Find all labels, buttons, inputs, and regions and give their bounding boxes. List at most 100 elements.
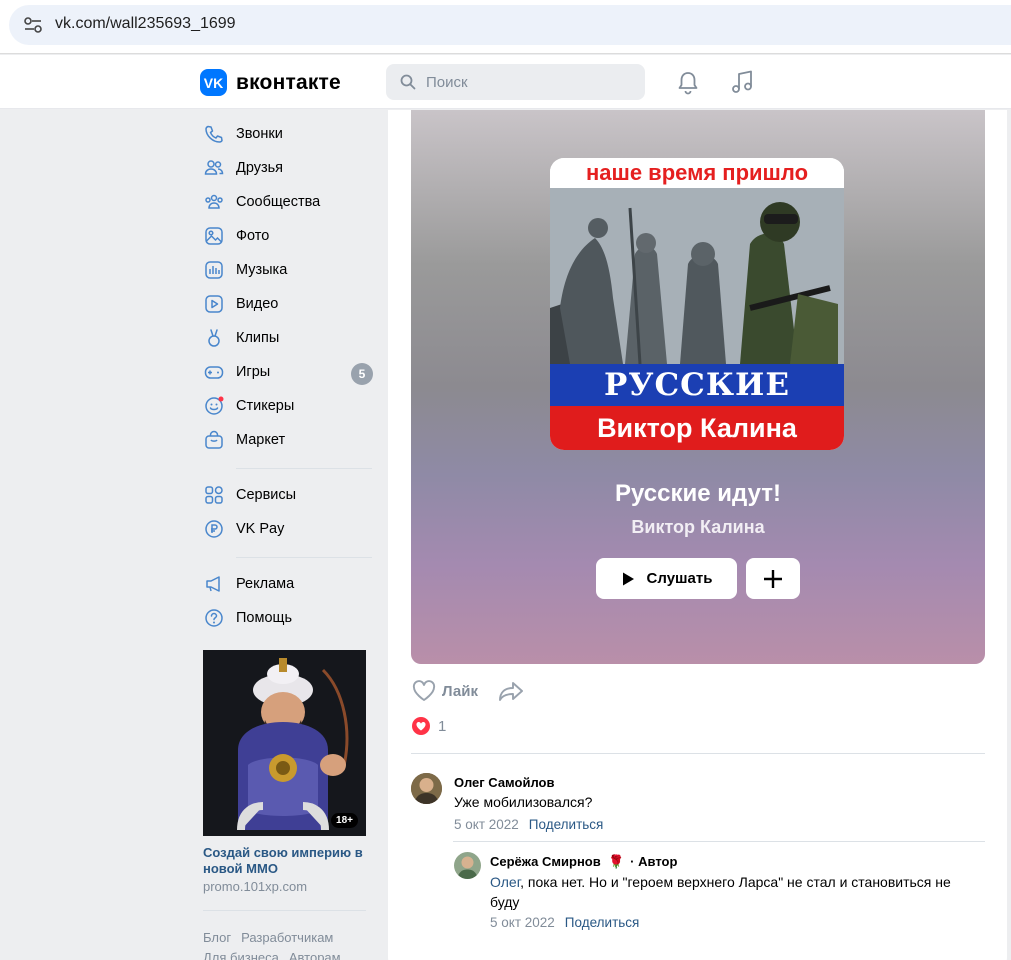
sidebar-item-services[interactable]: Сервисы: [200, 479, 372, 513]
sidebar-item-label: Реклама: [236, 576, 295, 592]
heart-reaction-icon: [412, 717, 430, 735]
footer-link-authors[interactable]: Авторам: [289, 950, 341, 960]
browser-toolbar: vk.com/wall235693_1699: [0, 0, 1011, 54]
cover-artwork: [550, 188, 844, 365]
comment-text: Олег, пока нет. Но и "героем верхнего Ла…: [490, 872, 980, 912]
comment-author[interactable]: Серёжа Смирнов: [490, 854, 601, 869]
clips-icon: [208, 329, 220, 347]
reply-to-link[interactable]: Олег: [490, 874, 520, 890]
comments-divider: [411, 753, 985, 754]
comment-date[interactable]: 5 окт 2022: [454, 817, 519, 832]
sidebar-item-video[interactable]: Видео: [200, 288, 372, 322]
search-input[interactable]: [426, 72, 626, 92]
photo-icon: [205, 227, 223, 245]
sidebar-ad[interactable]: 18+ Создай свою империю в новой ММО prom…: [203, 650, 366, 894]
footer-link-blog[interactable]: Блог: [203, 930, 231, 945]
sidebar-item-label: Видео: [236, 296, 279, 312]
games-count-badge: 5: [351, 363, 373, 385]
sidebar-item-ads[interactable]: Реклама: [200, 568, 372, 602]
comment-meta: 5 окт 2022 Поделиться: [490, 915, 639, 930]
cover-blue-text: РУССКИЕ ИДУТ: [550, 364, 844, 445]
sidebar-item-calls[interactable]: Звонки: [200, 118, 372, 152]
sidebar-item-label: Помощь: [236, 610, 293, 626]
sidebar-item-label: Игры: [236, 364, 271, 380]
listen-button[interactable]: Слушать: [596, 558, 737, 599]
sidebar-item-label: Друзья: [236, 160, 284, 176]
address-bar[interactable]: vk.com/wall235693_1699: [9, 5, 1011, 45]
avatar[interactable]: [411, 773, 442, 804]
share-icon[interactable]: [498, 680, 524, 702]
reply-text: , пока нет. Но и "героем верхнего Ларса"…: [490, 874, 951, 910]
url-text[interactable]: vk.com/wall235693_1699: [55, 15, 236, 33]
sidebar-item-friends[interactable]: Друзья: [200, 152, 372, 186]
services-icon: [205, 486, 223, 504]
rose-badge-icon: 🌹: [608, 854, 625, 869]
sidebar-item-clips[interactable]: Клипы: [200, 322, 372, 356]
ad-image[interactable]: 18+: [203, 650, 366, 836]
age-rating-badge: 18+: [331, 813, 358, 828]
left-sidebar: Звонки Друзья Сообщества Фото Музыка Вид…: [200, 118, 373, 636]
plus-icon: [764, 569, 782, 588]
track-artist[interactable]: Виктор Калина: [411, 517, 985, 538]
games-icon: [204, 366, 224, 379]
sidebar-item-help[interactable]: Помощь: [200, 602, 372, 636]
sidebar-item-label: Сервисы: [236, 487, 297, 503]
comment-share-link[interactable]: Поделиться: [565, 915, 640, 930]
help-icon: [205, 609, 223, 627]
sidebar-item-communities[interactable]: Сообщества: [200, 186, 372, 220]
like-button[interactable]: Лайк: [412, 680, 478, 702]
sidebar-item-label: Музыка: [236, 262, 288, 278]
footer-link-business[interactable]: Для бизнеса: [203, 950, 279, 960]
notifications-bell-icon[interactable]: [676, 70, 700, 96]
sidebar-item-label: Звонки: [236, 126, 283, 142]
vk-logo[interactable]: VK вконтакте: [200, 69, 341, 96]
vk-logo-text: вконтакте: [236, 70, 341, 94]
cover-statues-illustration: [550, 188, 844, 365]
sidebar-item-stickers[interactable]: Стикеры: [200, 390, 372, 424]
search-icon: [400, 74, 416, 90]
sidebar-item-music[interactable]: Музыка: [200, 254, 372, 288]
post-card: наше время пришло РУССКИЕ Виктор Калина …: [388, 110, 1007, 960]
reply-author-line: Серёжа Смирнов 🌹 · Автор: [490, 854, 677, 870]
sidebar-footer: Блог Разработчикам Для бизнеса Авторам: [203, 928, 373, 960]
phone-icon: [205, 125, 223, 143]
sidebar-item-label: Маркет: [236, 432, 286, 448]
footer-divider: [203, 910, 366, 911]
ad-warrior-illustration: [203, 650, 366, 836]
video-icon: [205, 295, 223, 313]
listen-button-label: Слушать: [646, 570, 713, 587]
footer-link-developers[interactable]: Разработчикам: [241, 930, 333, 945]
market-icon: [205, 430, 223, 449]
music-player-icon[interactable]: [730, 69, 754, 95]
ad-title[interactable]: Создай свою империю в новой ММО: [203, 845, 366, 877]
sidebar-item-label: Клипы: [236, 330, 280, 346]
sidebar-item-market[interactable]: Маркет: [200, 424, 372, 458]
sidebar-item-label: Фото: [236, 228, 270, 244]
sidebar-item-label: Стикеры: [236, 398, 295, 414]
cover-red-text: Виктор Калина: [550, 406, 844, 450]
sidebar-item-label: VK Pay: [236, 521, 285, 537]
add-track-button[interactable]: [746, 558, 800, 599]
comment-author[interactable]: Олег Самойлов: [454, 775, 554, 790]
avatar[interactable]: [454, 852, 481, 879]
comment-date[interactable]: 5 окт 2022: [490, 915, 555, 930]
sidebar-item-photos[interactable]: Фото: [200, 220, 372, 254]
reactions-summary[interactable]: 1: [412, 717, 446, 735]
communities-icon: [205, 194, 223, 209]
heart-outline-icon: [412, 680, 436, 701]
sidebar-item-games[interactable]: Игры 5: [200, 356, 373, 390]
author-role-label: · Автор: [630, 854, 678, 869]
album-cover[interactable]: наше время пришло РУССКИЕ Виктор Калина: [550, 158, 844, 450]
comment-share-link[interactable]: Поделиться: [529, 817, 604, 832]
vkpay-icon: [205, 520, 223, 538]
comment-text: Уже мобилизовался?: [454, 794, 593, 810]
vk-logo-icon: VK: [200, 69, 227, 96]
sidebar-item-vkpay[interactable]: VK Pay: [200, 513, 372, 547]
site-settings-icon[interactable]: [23, 16, 43, 34]
sidebar-item-label: Сообщества: [236, 194, 321, 210]
search-box[interactable]: [386, 64, 645, 100]
ad-domain[interactable]: promo.101xp.com: [203, 879, 366, 894]
stickers-icon: [205, 396, 224, 415]
track-title[interactable]: Русские идут!: [411, 480, 985, 508]
cover-top-text: наше время пришло: [550, 158, 844, 188]
